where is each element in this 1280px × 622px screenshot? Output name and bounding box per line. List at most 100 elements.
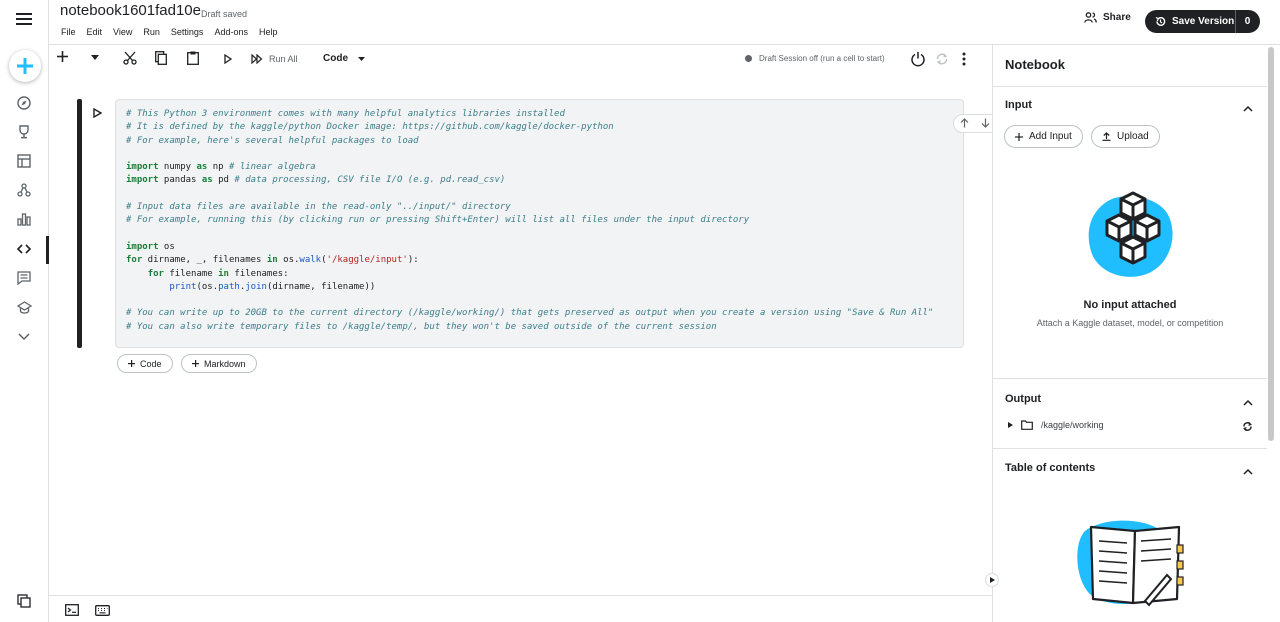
output-folder-row[interactable]: /kaggle/working: [1008, 420, 1104, 430]
hamburger-menu-icon[interactable]: [13, 8, 35, 30]
refresh-output-icon[interactable]: [1242, 419, 1253, 437]
run-all-button[interactable]: Run All: [251, 54, 298, 64]
code-token: # data processing, CSV file I/O (e.g. pd…: [234, 175, 506, 186]
discussion-icon[interactable]: [13, 267, 35, 289]
code-token: # For example, here's several helpful pa…: [126, 135, 419, 146]
cut-icon[interactable]: [123, 51, 137, 65]
output-path: /kaggle/working: [1041, 420, 1104, 430]
empty-input-illustration: [1085, 191, 1177, 286]
menu-edit[interactable]: Edit: [87, 27, 103, 37]
add-cell-dropdown-icon[interactable]: [91, 55, 99, 60]
upload-label: Upload: [1117, 131, 1149, 142]
plus-icon: [128, 360, 135, 367]
run-cell-button[interactable]: [93, 105, 103, 123]
plus-icon: [17, 58, 33, 74]
code-token: dirname, _, filenames: [142, 255, 267, 266]
version-count: 0: [1235, 10, 1259, 33]
toggle-panel-button[interactable]: [985, 573, 999, 587]
add-markdown-label: Markdown: [204, 358, 246, 369]
models-icon[interactable]: [13, 179, 35, 201]
code-token: np: [207, 162, 229, 173]
code-editor[interactable]: # This Python 3 environment comes with m…: [126, 108, 933, 334]
panel-title: Notebook: [1005, 57, 1065, 72]
upload-button[interactable]: Upload: [1091, 125, 1160, 148]
collapse-output-icon[interactable]: [1243, 393, 1253, 411]
menu-help[interactable]: Help: [259, 27, 278, 37]
table-icon[interactable]: [13, 150, 35, 172]
upload-icon: [1102, 132, 1111, 141]
fast-forward-icon: [251, 54, 263, 64]
code-line: # For example, here's several helpful pa…: [126, 135, 933, 148]
keyboard-icon[interactable]: [95, 603, 110, 621]
code-token: print: [169, 281, 197, 292]
cell-type-select[interactable]: Code: [323, 53, 365, 64]
code-token: os: [158, 241, 175, 252]
code-token: for: [126, 255, 143, 266]
copy-pages-icon[interactable]: [13, 590, 35, 612]
code-token: import: [126, 162, 159, 173]
folder-icon: [1021, 420, 1033, 430]
menu-run[interactable]: Run: [143, 27, 160, 37]
menu-settings[interactable]: Settings: [171, 27, 204, 37]
code-token: ):: [407, 255, 419, 266]
collapse-toc-icon[interactable]: [1243, 462, 1253, 480]
panel-scrollbar[interactable]: [1268, 47, 1274, 441]
learn-cap-icon[interactable]: [13, 297, 35, 319]
code-line: import numpy as np # linear algebra: [126, 161, 933, 174]
code-token: numpy: [158, 162, 197, 173]
menu-file[interactable]: File: [61, 27, 76, 37]
save-version-label: Save Version: [1172, 16, 1235, 27]
move-up-icon[interactable]: [960, 115, 969, 133]
code-token: as: [196, 162, 208, 173]
code-token: (dirname, filename)): [266, 281, 376, 292]
collapse-input-icon[interactable]: [1243, 99, 1253, 117]
paste-icon[interactable]: [187, 51, 199, 65]
trophy-icon[interactable]: [13, 121, 35, 143]
notebook-toolbar: Run All Code Draft Session off (run a ce…: [49, 45, 992, 75]
terminal-icon[interactable]: [65, 603, 79, 621]
code-token: as: [201, 175, 213, 186]
compass-icon[interactable]: [13, 92, 35, 114]
add-markdown-cell-button[interactable]: Markdown: [181, 354, 257, 373]
play-icon: [93, 107, 103, 119]
share-people-icon: [1084, 12, 1097, 23]
share-button[interactable]: Share: [1084, 12, 1131, 23]
toc-heading: Table of contents: [1005, 462, 1096, 474]
code-cell[interactable]: # This Python 3 environment comes with m…: [115, 99, 1018, 348]
menu-view[interactable]: View: [113, 27, 132, 37]
bar-chart-icon[interactable]: [13, 208, 35, 230]
code-token: (os.: [196, 281, 219, 292]
add-cell-icon[interactable]: [57, 51, 68, 62]
refresh-icon[interactable]: [935, 52, 949, 66]
add-code-cell-button[interactable]: Code: [117, 354, 173, 373]
session-status: Draft Session off (run a cell to start): [745, 54, 885, 63]
code-token: for: [147, 268, 164, 279]
code-token: import: [126, 175, 159, 186]
notebook-title[interactable]: notebook1601fad10e: [60, 2, 201, 19]
code-token: in: [266, 255, 278, 266]
toc-section: Table of contents: [993, 448, 1267, 622]
create-button[interactable]: [9, 50, 41, 82]
code-token: join: [245, 281, 267, 292]
code-icon[interactable]: [13, 238, 35, 260]
history-icon: [1155, 16, 1166, 26]
power-icon[interactable]: [910, 51, 926, 67]
code-token: # You can write up to 20GB to the curren…: [126, 308, 934, 319]
save-version-button[interactable]: Save Version 0: [1145, 10, 1260, 33]
copy-icon[interactable]: [155, 51, 167, 65]
run-all-label: Run All: [269, 54, 298, 64]
more-options-icon[interactable]: [962, 52, 966, 66]
left-nav: [0, 0, 49, 622]
menu-add-ons[interactable]: Add-ons: [214, 27, 248, 37]
code-token: # linear algebra: [228, 162, 316, 173]
add-input-button[interactable]: Add Input: [1004, 125, 1083, 148]
code-line: # This Python 3 environment comes with m…: [126, 108, 933, 121]
run-cell-icon[interactable]: [224, 54, 232, 64]
chevron-right-icon: [989, 577, 995, 583]
move-down-icon[interactable]: [981, 115, 990, 133]
chevron-down-icon[interactable]: [13, 326, 35, 348]
draft-status: Draft saved: [201, 9, 248, 19]
